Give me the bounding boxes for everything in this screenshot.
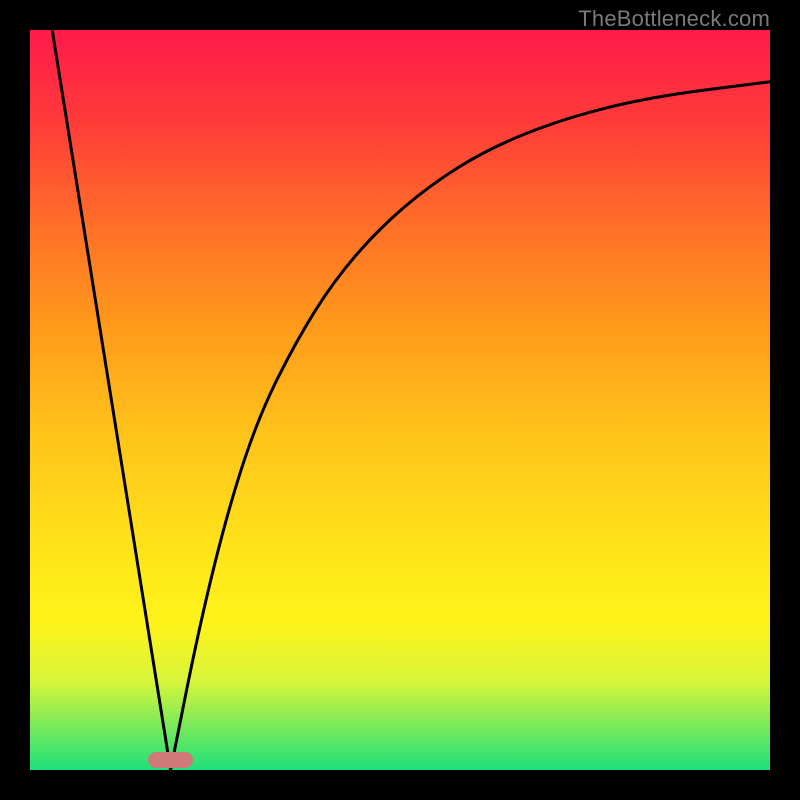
chart-container: TheBottleneck.com (0, 0, 800, 800)
plot-area (30, 30, 770, 770)
curve-path (52, 30, 770, 770)
chart-curves (30, 30, 770, 770)
watermark-text: TheBottleneck.com (578, 6, 770, 32)
minimum-marker (148, 752, 192, 768)
